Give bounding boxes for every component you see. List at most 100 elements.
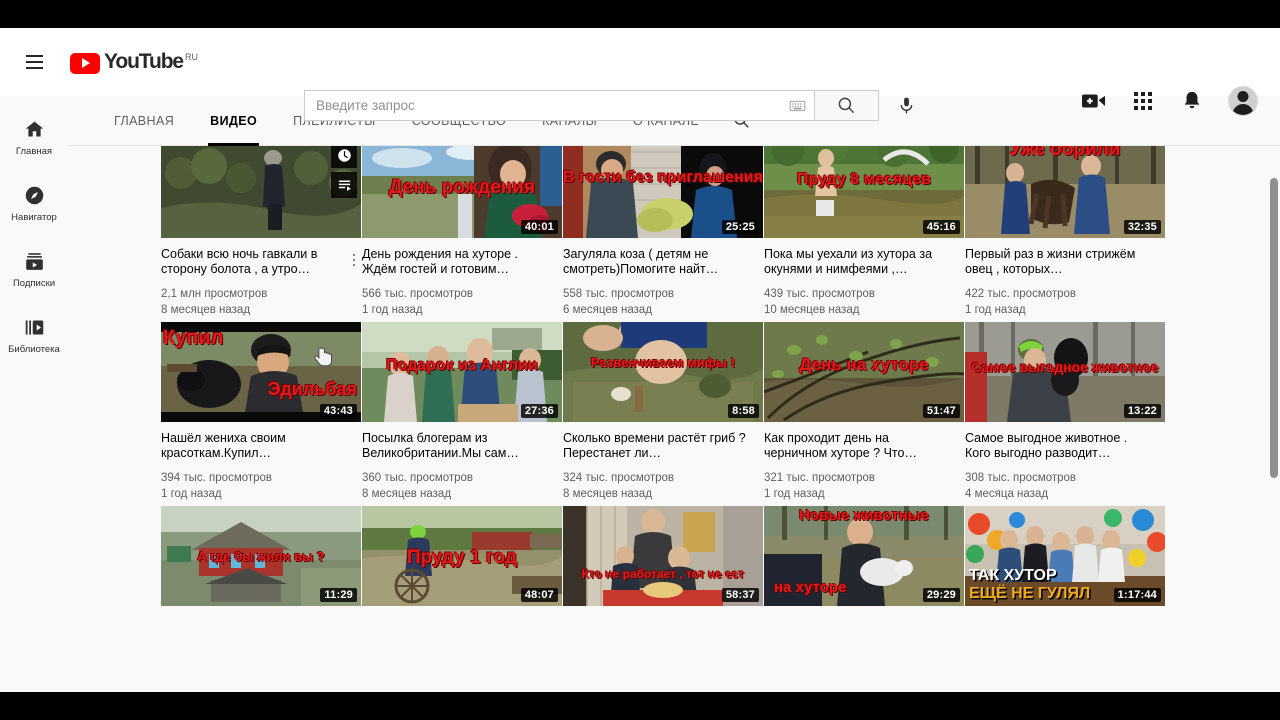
video-card[interactable]: День на хуторе 51:47 Как проходит день н… [764,322,964,502]
video-grid: Собаки всю ночь гавкали в сторону болота… [68,146,1280,615]
apps-button[interactable] [1130,88,1156,114]
video-thumbnail[interactable]: Новые животные на хуторе 29:29 [764,506,964,606]
video-card[interactable]: Пруду 8 месяцев 45:16 Пока мы уехали из … [764,146,964,318]
video-thumbnail[interactable]: Купил Эдильбая 43:43 [161,322,361,422]
video-card[interactable]: Развенчиваем мифы ! 8:58 Сколько времени… [563,322,763,502]
header-actions [1081,86,1258,116]
video-thumbnail[interactable]: В гости без приглашения 25:25 [563,146,763,238]
video-title[interactable]: Пока мы уехали из хутора за окунями и ни… [764,247,964,277]
video-title[interactable]: Как проходит день на черничном хуторе ? … [764,431,964,461]
video-thumbnail[interactable] [161,146,361,238]
video-duration: 45:16 [922,220,960,234]
video-thumbnail[interactable]: Пруду 8 месяцев 45:16 [764,146,964,238]
sidebar-item-subscriptions[interactable]: Подписки [0,236,68,302]
video-card[interactable]: Подарок из Англии 27:36 Посылка блогерам… [362,322,562,502]
video-duration: 32:35 [1123,220,1161,234]
search-input[interactable]: Введите запрос [304,90,815,121]
vertical-scrollbar-thumb[interactable] [1270,178,1278,478]
video-views: 321 тыс. просмотров [764,472,876,484]
video-card[interactable]: День рождения 40:01 День рождения на хут… [362,146,562,318]
microphone-icon [900,97,912,114]
video-card[interactable]: ТАК ХУТОР ЕЩЁ НЕ ГУЛЯЛ 1:17:44 [965,506,1165,615]
youtube-logo[interactable]: YouTube RU [70,50,199,74]
video-age: 1 год назад [965,304,1026,316]
video-duration: 43:43 [319,404,357,418]
video-card[interactable]: Кто не работает , тот не ест 58:37 [563,506,763,615]
video-thumbnail[interactable]: Уже обрили 32:35 [965,146,1165,238]
video-card[interactable]: А где бы жили вы ? 11:29 [161,506,361,615]
hamburger-menu-icon[interactable] [14,42,54,82]
video-duration: 13:22 [1123,404,1161,418]
video-title[interactable]: Первый раз в жизни стрижём овец , которы… [965,247,1165,277]
video-card[interactable]: Купил Эдильбая 43:43 Нашёл жениха своим … [161,322,361,502]
subscriptions-icon [22,249,46,273]
video-age: 10 месяцев назад [764,304,860,316]
create-video-button[interactable] [1081,88,1107,114]
avatar[interactable] [1228,86,1258,116]
video-title[interactable]: Собаки всю ночь гавкали в сторону болота… [161,247,361,277]
video-thumbnail[interactable]: Развенчиваем мифы ! 8:58 [563,322,763,422]
tab-videos[interactable]: ВИДЕО [192,96,275,146]
video-views: 422 тыс. просмотров [965,288,1077,300]
video-grid-scroll[interactable]: Собаки всю ночь гавкали в сторону болота… [68,146,1280,692]
video-thumbnail[interactable]: Самое выгодное животное 13:22 [965,322,1165,422]
video-thumbnail[interactable]: ТАК ХУТОР ЕЩЁ НЕ ГУЛЯЛ 1:17:44 [965,506,1165,606]
thumbnail-hover-actions [331,146,357,198]
tab-home[interactable]: ГЛАВНАЯ [96,96,192,146]
video-title[interactable]: Самое выгодное животное . Кого выгодно р… [965,431,1165,461]
notifications-button[interactable] [1179,88,1205,114]
search-placeholder: Введите запрос [316,98,415,113]
sidebar-item-explore[interactable]: Навигатор [0,170,68,236]
sidebar-item-home[interactable]: Главная [0,104,68,170]
clock-icon [337,148,351,162]
search-button[interactable] [815,90,879,121]
video-duration: 25:25 [721,220,759,234]
home-icon [22,117,46,141]
video-thumbnail[interactable]: Подарок из Англии 27:36 [362,322,562,422]
search-icon [838,97,855,114]
screen-root: YouTube RU Введите запрос Главная Навига… [0,0,1280,720]
masthead: YouTube RU Введите запрос [0,28,1280,121]
video-duration: 27:36 [520,404,558,418]
video-card[interactable]: Самое выгодное животное 13:22 Самое выго… [965,322,1165,502]
youtube-country-code: RU [185,51,199,62]
add-to-queue-button[interactable] [331,172,357,198]
apps-grid-icon [1134,92,1152,110]
video-views: 308 тыс. просмотров [965,472,1077,484]
sidebar-item-library[interactable]: Библиотека [0,302,68,368]
video-duration: 51:47 [922,404,960,418]
sidebar-item-library-label: Библиотека [8,344,60,355]
video-camera-plus-icon [1082,94,1106,108]
video-menu-button[interactable] [347,249,361,271]
video-title[interactable]: Сколько времени растёт гриб ? Перестанет… [563,431,763,461]
video-title[interactable]: Нашёл жениха своим красоткам.Купил… [161,431,361,461]
video-thumbnail[interactable]: А где бы жили вы ? 11:29 [161,506,361,606]
video-card[interactable]: Собаки всю ночь гавкали в сторону болота… [161,146,361,318]
video-age: 1 год назад [161,488,222,500]
video-age: 4 месяца назад [965,488,1049,500]
compass-icon [22,183,46,207]
video-age: 8 месяцев назад [161,304,251,316]
video-title[interactable]: Загуляла коза ( детям не смотреть)Помоги… [563,247,763,277]
video-title[interactable]: Посылка блогерам из Великобритании.Мы са… [362,431,562,461]
video-duration: 8:58 [728,404,759,418]
keyboard-icon[interactable] [789,100,806,112]
sidebar-item-explore-label: Навигатор [11,212,57,223]
video-card[interactable]: Уже обрили 32:35 Первый раз в жизни стри… [965,146,1165,318]
video-duration: 48:07 [520,588,558,602]
video-views: 360 тыс. просмотров [362,472,474,484]
video-card[interactable]: Пруду 1 год 48:07 [362,506,562,615]
sidebar-item-subscriptions-label: Подписки [12,278,56,289]
video-views: 324 тыс. просмотров [563,472,675,484]
video-views: 2,1 млн просмотров [161,288,268,300]
watch-later-button[interactable] [331,146,357,168]
video-card[interactable]: Новые животные на хуторе 29:29 [764,506,964,615]
video-thumbnail[interactable]: День на хуторе 51:47 [764,322,964,422]
video-title[interactable]: День рождения на хуторе . Ждём гостей и … [362,247,562,277]
channel-content: ГЛАВНАЯ ВИДЕО ПЛЕЙЛИСТЫ СООБЩЕСТВО КАНАЛ… [68,96,1280,692]
video-thumbnail[interactable]: День рождения 40:01 [362,146,562,238]
video-thumbnail[interactable]: Пруду 1 год 48:07 [362,506,562,606]
voice-search-button[interactable] [887,90,925,121]
video-thumbnail[interactable]: Кто не работает , тот не ест 58:37 [563,506,763,606]
video-card[interactable]: В гости без приглашения 25:25 Загуляла к… [563,146,763,318]
